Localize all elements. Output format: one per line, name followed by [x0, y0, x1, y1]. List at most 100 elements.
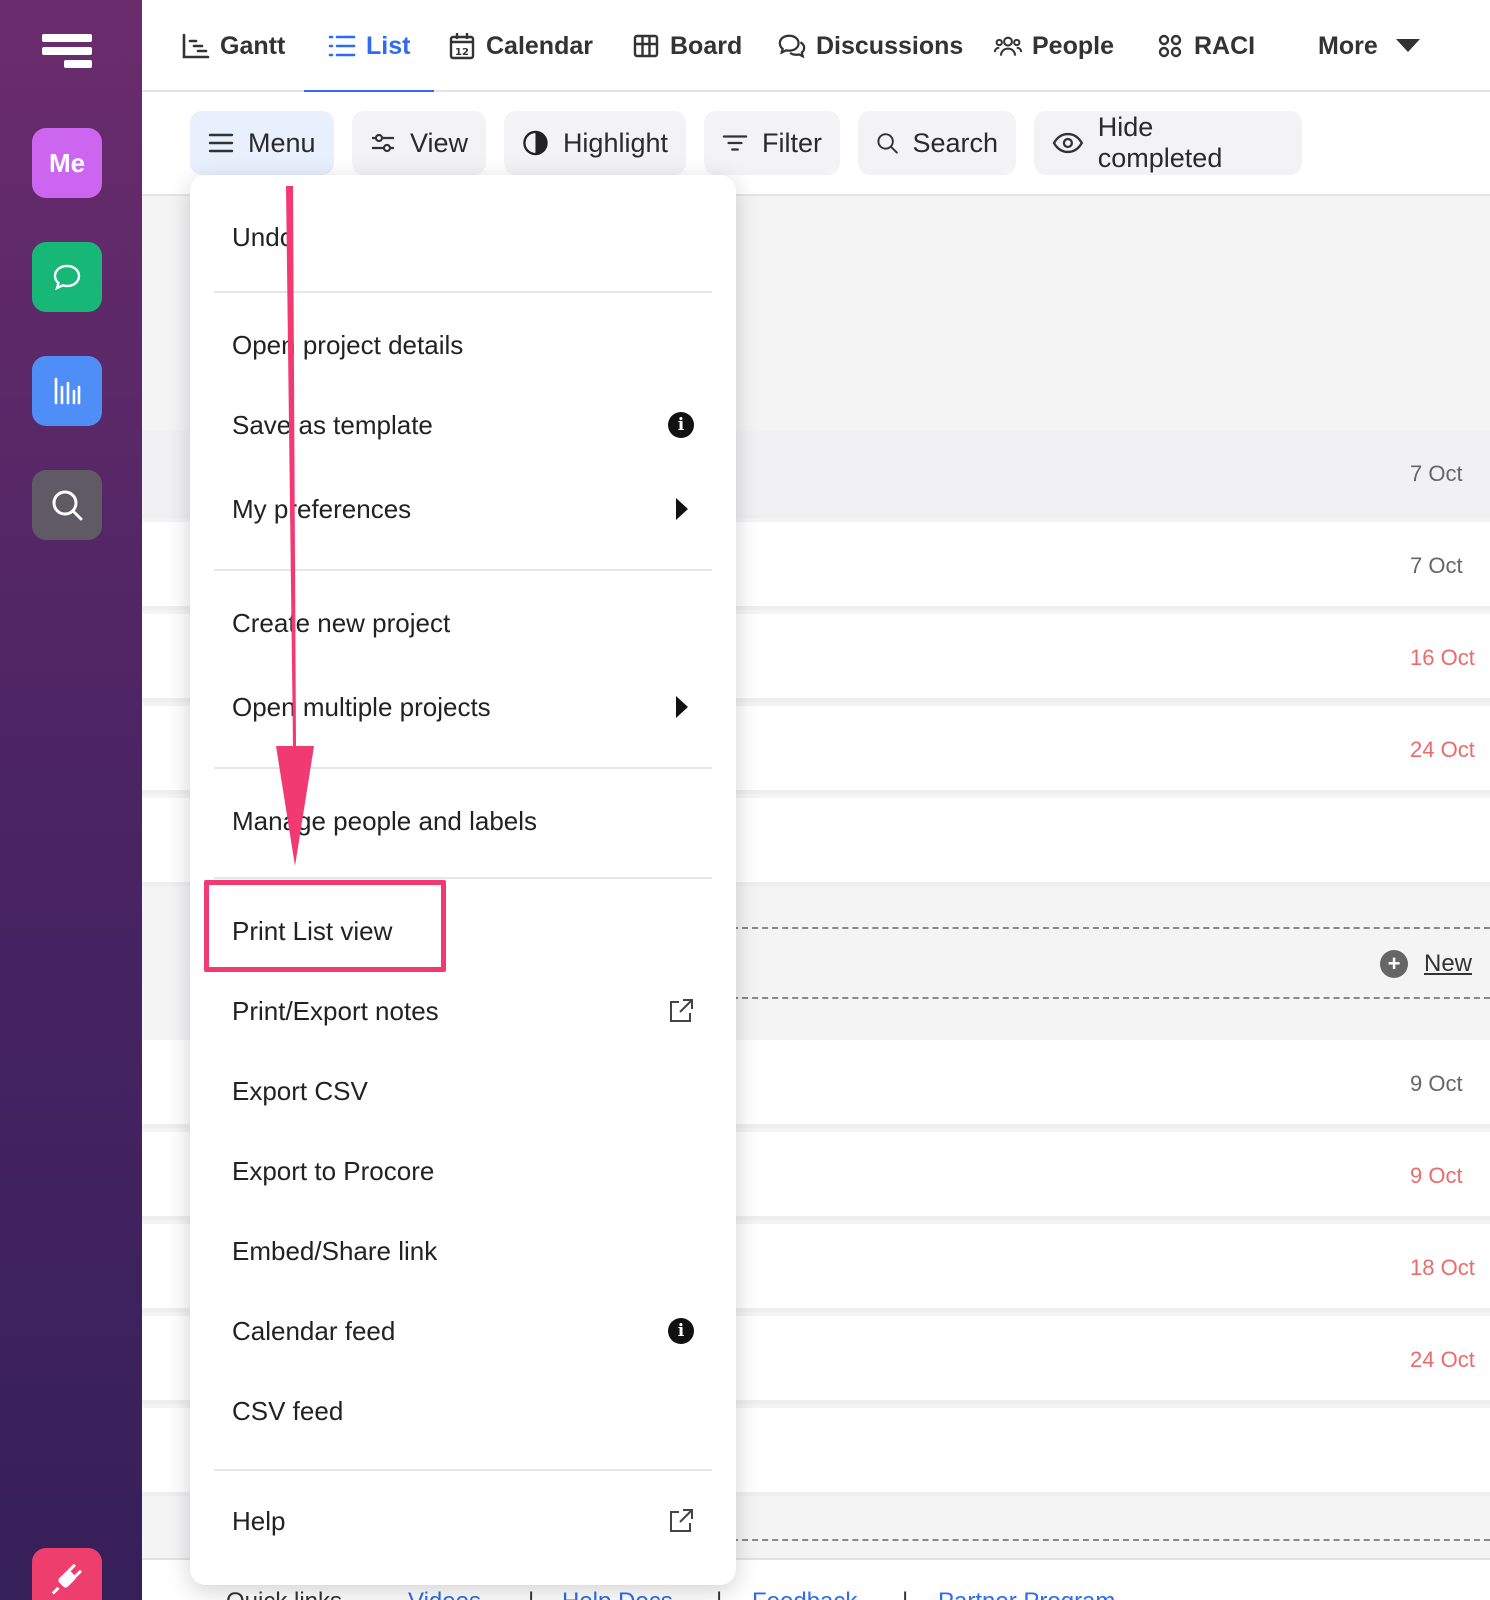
- menu-item-label: Export to Procore: [232, 1155, 435, 1186]
- tab-gantt[interactable]: Gantt: [182, 0, 285, 92]
- chat-button[interactable]: [32, 242, 102, 312]
- menu-item-label: Create new project: [232, 607, 451, 638]
- videos-link[interactable]: Videos: [408, 1588, 481, 1600]
- highlight-button-label: Highlight: [562, 127, 668, 158]
- new-task-label: New: [1424, 950, 1473, 977]
- help-docs-link[interactable]: Help Docs: [562, 1588, 673, 1600]
- search-icon: [877, 133, 898, 154]
- task-due-date: 7 Oct: [1410, 553, 1463, 578]
- highlight-button[interactable]: Highlight: [504, 111, 686, 175]
- footer-separator: |: [528, 1588, 534, 1600]
- menu-button[interactable]: Menu: [190, 111, 334, 175]
- tab-calendar[interactable]: 12 Calendar: [448, 0, 593, 92]
- hide-completed-button[interactable]: Hide completed: [1034, 111, 1302, 175]
- group-divider: [722, 927, 1490, 929]
- sliders-icon: [371, 133, 394, 153]
- eye-icon: [1052, 132, 1084, 154]
- tab-gantt-label: Gantt: [220, 31, 286, 60]
- tab-discussions[interactable]: Discussions: [778, 0, 963, 92]
- group-divider: [722, 997, 1490, 999]
- calendar-icon: 12: [448, 32, 476, 60]
- tab-people[interactable]: People: [994, 0, 1114, 92]
- discussions-icon: [778, 32, 806, 60]
- info-icon[interactable]: i: [668, 412, 694, 438]
- task-due-date: 16 Oct: [1410, 645, 1475, 670]
- app-rail: Me: [0, 0, 142, 1600]
- menu-item-label: CSV feed: [232, 1395, 344, 1426]
- submenu-arrow-icon: [676, 498, 688, 520]
- submenu-arrow-icon: [676, 696, 688, 718]
- menu-item-export-csv[interactable]: Export CSV: [232, 1063, 694, 1119]
- task-due-date: 24 Oct: [1410, 1347, 1475, 1372]
- tab-more-label: More: [1318, 31, 1378, 60]
- feedback-link[interactable]: Feedback: [752, 1588, 857, 1600]
- annotation-highlight-box: [204, 880, 446, 972]
- tab-raci-label: RACI: [1194, 31, 1256, 60]
- filter-button-label: Filter: [762, 127, 822, 158]
- menu-button-label: Menu: [248, 127, 316, 158]
- bar-chart-icon: [54, 377, 81, 405]
- gantt-icon: [182, 32, 210, 60]
- tab-calendar-label: Calendar: [486, 31, 593, 60]
- global-search-button[interactable]: [32, 470, 102, 540]
- me-button[interactable]: Me: [32, 128, 102, 198]
- task-due-date: 7 Oct: [1410, 461, 1463, 486]
- quick-links-label: Quick links: [226, 1588, 342, 1600]
- view-button[interactable]: View: [352, 111, 486, 175]
- menu-item-label: Export CSV: [232, 1075, 368, 1106]
- search-button[interactable]: Search: [858, 111, 1016, 175]
- list-icon: [328, 32, 356, 60]
- search-button-label: Search: [912, 127, 998, 158]
- menu-item-csv-feed[interactable]: CSV feed: [232, 1383, 694, 1439]
- menu-item-calendar-feed[interactable]: Calendar feed i: [232, 1303, 694, 1359]
- tab-people-label: People: [1032, 31, 1114, 60]
- people-icon: [994, 32, 1022, 60]
- group-divider: [722, 1539, 1490, 1541]
- tab-raci[interactable]: RACI: [1156, 0, 1255, 92]
- caret-down-icon: [1394, 32, 1422, 60]
- menu-item-help[interactable]: Help: [232, 1493, 694, 1549]
- task-due-date: 9 Oct: [1410, 1163, 1463, 1188]
- menu-divider: [214, 1469, 712, 1471]
- tab-more[interactable]: More: [1318, 0, 1422, 92]
- board-icon: [632, 32, 660, 60]
- hamburger-icon: [208, 133, 234, 153]
- menu-item-embed-share[interactable]: Embed/Share link: [232, 1223, 694, 1279]
- menu-item-label: Help: [232, 1505, 286, 1536]
- menu-item-export-procore[interactable]: Export to Procore: [232, 1143, 694, 1199]
- search-icon: [52, 490, 83, 521]
- tab-board-label: Board: [670, 31, 743, 60]
- menu-item-label: Calendar feed: [232, 1315, 396, 1346]
- calendar-day-number: 12: [455, 47, 469, 58]
- tab-list[interactable]: List: [303, 0, 436, 94]
- contrast-icon: [523, 130, 548, 156]
- chat-bubble-icon: [53, 264, 81, 291]
- info-icon[interactable]: i: [668, 1318, 694, 1344]
- app-logo-icon[interactable]: [42, 34, 92, 74]
- integrations-button[interactable]: [32, 1548, 102, 1600]
- menu-item-print-export-notes[interactable]: Print/Export notes: [232, 983, 694, 1039]
- footer-separator: |: [902, 1588, 908, 1600]
- task-due-date: 18 Oct: [1410, 1255, 1475, 1280]
- filter-button[interactable]: Filter: [704, 111, 840, 175]
- partner-program-link[interactable]: Partner Program: [938, 1588, 1115, 1600]
- menu-item-label: Save as template: [232, 409, 433, 440]
- filter-icon: [722, 135, 748, 151]
- task-due-date: 9 Oct: [1410, 1071, 1463, 1096]
- footer-separator: |: [716, 1588, 722, 1600]
- tab-board[interactable]: Board: [632, 0, 742, 92]
- plug-icon: [51, 1563, 82, 1595]
- external-link-icon: [670, 1509, 693, 1532]
- view-button-label: View: [409, 127, 468, 158]
- plus-circle-icon: +: [1380, 950, 1408, 978]
- view-tabs: Gantt List 12 Calendar Board Discussions…: [142, 0, 1490, 94]
- new-task-link[interactable]: + New: [1380, 944, 1490, 984]
- task-due-date: 24 Oct: [1410, 737, 1475, 762]
- reports-button[interactable]: [32, 356, 102, 426]
- annotation-arrow-icon: [276, 186, 314, 866]
- me-label: Me: [48, 147, 86, 178]
- menu-item-label: Embed/Share link: [232, 1235, 438, 1266]
- external-link-icon: [670, 999, 693, 1022]
- raci-icon: [1156, 32, 1184, 60]
- tab-discussions-label: Discussions: [816, 31, 964, 60]
